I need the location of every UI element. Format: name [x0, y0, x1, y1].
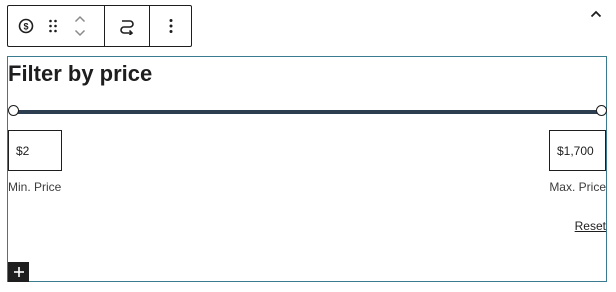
toolbar-group-block: $ — [8, 6, 105, 46]
toolbar-group-transform — [105, 6, 150, 46]
drag-handle-button[interactable] — [44, 6, 62, 46]
block-toolbar: $ — [7, 5, 192, 47]
price-range-track[interactable] — [12, 110, 602, 114]
loop-icon — [120, 20, 134, 35]
drag-handle-icon — [49, 19, 57, 33]
chevron-up-icon — [74, 15, 86, 23]
svg-text:$: $ — [23, 22, 28, 32]
chevron-down-icon — [74, 29, 86, 37]
more-vertical-icon — [169, 19, 172, 33]
transform-button[interactable] — [112, 6, 142, 46]
filter-by-price-block[interactable]: Filter by price Min. Price Max. Price Re… — [7, 56, 607, 282]
min-price-handle[interactable] — [8, 105, 19, 116]
move-up-button[interactable] — [74, 12, 86, 26]
reset-link[interactable]: Reset — [575, 219, 606, 233]
dollar-circle-icon: $ — [18, 18, 34, 34]
move-down-button[interactable] — [74, 26, 86, 40]
collapse-toolbar-button[interactable] — [586, 4, 606, 24]
min-price-label: Min. Price — [8, 180, 62, 194]
plus-icon — [13, 267, 24, 277]
block-title: Filter by price — [8, 61, 153, 86]
move-buttons — [62, 6, 98, 46]
options-button[interactable] — [156, 6, 186, 46]
add-block-button[interactable] — [8, 262, 29, 282]
max-price-label: Max. Price — [549, 180, 606, 194]
block-type-button[interactable]: $ — [8, 6, 44, 46]
max-price-input[interactable] — [549, 130, 606, 171]
min-price-input[interactable] — [8, 130, 62, 171]
max-price-handle[interactable] — [596, 105, 607, 116]
chevron-up-icon — [590, 10, 602, 18]
toolbar-group-options — [150, 6, 191, 46]
